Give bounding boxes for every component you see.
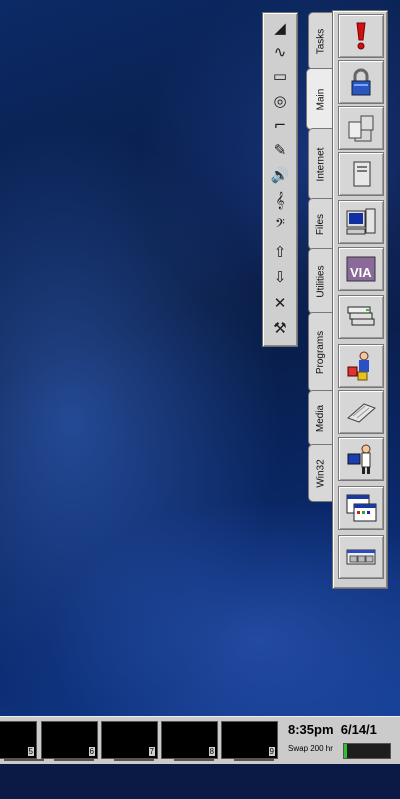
desktop-number: 9 (268, 747, 275, 756)
desktop-number: 6 (88, 747, 95, 756)
via-button[interactable]: VIA (338, 247, 384, 291)
desktop-indicator (4, 759, 44, 761)
packages-button[interactable] (338, 344, 384, 388)
desktop-number: 5 (27, 747, 34, 756)
server-button[interactable] (338, 152, 384, 196)
desktop-pager-6[interactable]: 6 (41, 721, 98, 759)
audio-btn-5[interactable]: ✎ (268, 139, 292, 161)
taskbar: 5 6 7 8 9 8:35pm 6/14/1 Swap 200 hr (0, 716, 400, 765)
launcher-panel: VIA (332, 10, 388, 589)
presenter-icon (347, 444, 371, 474)
terminal-button[interactable] (338, 486, 384, 530)
tab-main[interactable]: Main (306, 68, 334, 130)
svg-text:VIA: VIA (350, 265, 372, 280)
workstation-button[interactable] (338, 200, 384, 244)
audio-btn-7[interactable]: 𝄞 (268, 189, 292, 211)
tab-utilities[interactable]: Utilities (308, 248, 333, 314)
swap-label: Swap 200 hr (288, 744, 333, 753)
desktop-indicator (174, 759, 214, 761)
keyboard-icon (347, 403, 376, 423)
window-bar-icon (346, 549, 376, 565)
desktop-indicator (234, 759, 274, 761)
desktop-pager-5[interactable]: 5 (0, 721, 37, 759)
desktop-number: 7 (148, 747, 155, 756)
panel-tabs: Tasks Main Internet Files Utilities Prog… (306, 12, 334, 502)
server-icon (353, 161, 371, 187)
tab-win32[interactable]: Win32 (308, 444, 333, 502)
desktop-pager-9[interactable]: 9 (221, 721, 278, 759)
network-button[interactable] (338, 106, 384, 150)
desktop-pager-8[interactable]: 8 (161, 721, 218, 759)
audio-btn-4[interactable]: ⌐ (268, 114, 292, 136)
desktop-indicator (54, 759, 94, 761)
audio-btn-8[interactable]: 𝄢 (268, 214, 292, 236)
person-packages-icon (347, 351, 369, 381)
tab-media[interactable]: Media (308, 390, 333, 446)
tab-programs[interactable]: Programs (308, 312, 333, 392)
tab-files[interactable]: Files (308, 198, 333, 250)
audio-toolbar: ◢ ∿ ▭ ◎ ⌐ ✎ 🔊 𝄞 𝄢 ⇧ ⇩ ✕ ⚒ (262, 12, 298, 347)
desktop-bottom-strip (0, 764, 400, 799)
audio-btn-3[interactable]: ◎ (268, 90, 292, 112)
audio-btn-10[interactable]: ⇩ (268, 266, 292, 288)
swap-meter-fill (344, 744, 347, 758)
network-icon (348, 115, 374, 142)
workstation-icon (346, 208, 376, 235)
keyboard-button[interactable] (338, 390, 384, 434)
terminal-window-icon (346, 494, 377, 522)
padlock-icon (351, 68, 371, 96)
presenter-button[interactable] (338, 437, 384, 481)
lock-button[interactable] (338, 60, 384, 104)
desktop-indicator (114, 759, 154, 761)
alert-icon (356, 22, 366, 50)
audio-btn-2[interactable]: ▭ (268, 65, 292, 87)
tab-tasks[interactable]: Tasks (308, 12, 333, 70)
window-button[interactable] (338, 535, 384, 579)
audio-btn-12[interactable]: ⚒ (268, 317, 292, 339)
audio-btn-1[interactable]: ∿ (268, 41, 292, 63)
audio-btn-0[interactable]: ◢ (268, 17, 292, 39)
swap-meter (343, 743, 391, 759)
tab-internet[interactable]: Internet (308, 128, 333, 200)
audio-btn-6[interactable]: 🔊 (268, 164, 292, 186)
printer-stack-icon (347, 306, 375, 326)
audio-btn-11[interactable]: ✕ (268, 292, 292, 314)
audio-btn-9[interactable]: ⇧ (268, 241, 292, 263)
via-logo-icon: VIA (346, 256, 376, 282)
alert-button[interactable] (338, 14, 384, 58)
desktop-pager-7[interactable]: 7 (101, 721, 158, 759)
desktop-number: 8 (208, 747, 215, 756)
clock[interactable]: 8:35pm 6/14/1 (286, 719, 400, 741)
printers-button[interactable] (338, 295, 384, 339)
